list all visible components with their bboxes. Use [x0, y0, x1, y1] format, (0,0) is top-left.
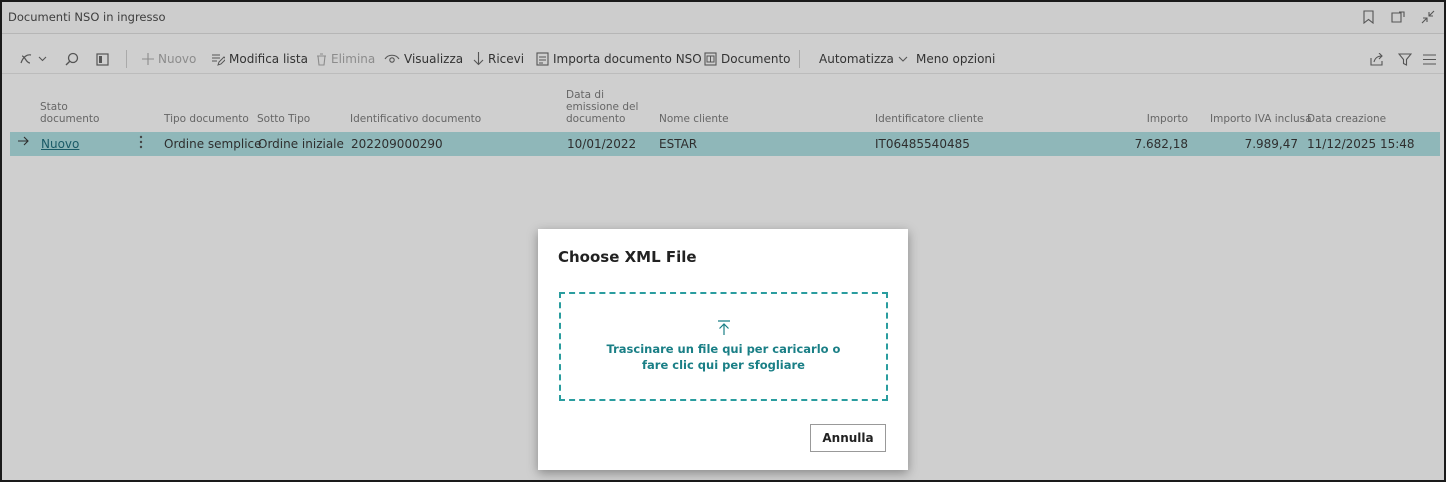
choose-xml-file-dialog: Choose XML File Trascinare un file qui p… [538, 229, 908, 470]
automate-menu-button[interactable]: Automatizza [819, 48, 908, 70]
column-header-nome-cliente[interactable]: Nome cliente [659, 113, 729, 125]
row-data-emissione: 10/01/2022 [567, 137, 637, 151]
column-header-data-creazione[interactable]: Data creazione [1307, 113, 1386, 125]
new-button[interactable]: Nuovo [142, 48, 196, 70]
drop-zone-text-line2: fare clic qui per sfogliare [642, 358, 805, 372]
row-tipo: Ordine semplice [164, 137, 262, 151]
document-icon [704, 52, 717, 66]
drop-zone-text-line1: Trascinare un file qui per caricarlo o [606, 342, 841, 356]
file-drop-zone[interactable]: Trascinare un file qui per caricarlo o f… [559, 292, 888, 401]
collapse-icon[interactable] [1420, 8, 1436, 26]
new-label: Nuovo [158, 52, 197, 66]
edit-list-button[interactable]: Modifica lista [211, 48, 308, 70]
bookmark-icon[interactable] [1360, 8, 1376, 26]
column-header-data-emissione[interactable]: Data di emissione del documento [566, 89, 638, 125]
list-view-button[interactable] [1423, 48, 1436, 70]
action-toolbar: Nuovo Modifica lista Elimina Visualizza … [2, 44, 1444, 74]
window-controls [1360, 8, 1436, 26]
filter-icon [1398, 52, 1412, 66]
open-new-window-icon[interactable] [1390, 8, 1406, 26]
import-document-icon [536, 52, 549, 66]
import-nso-button[interactable]: Importa documento NSO [536, 48, 702, 70]
automate-label: Automatizza [819, 52, 894, 66]
plus-icon [142, 53, 154, 65]
chevron-down-icon [898, 56, 908, 62]
column-header-tipo[interactable]: Tipo documento [164, 113, 249, 125]
trash-icon [317, 52, 326, 66]
column-header-importo-iva[interactable]: Importo IVA inclusa [1210, 113, 1312, 125]
import-nso-label: Importa documento NSO [553, 52, 702, 66]
chevron-down-icon [38, 56, 47, 62]
column-header-importo[interactable]: Importo [1142, 113, 1188, 125]
column-header-sotto-tipo[interactable]: Sotto Tipo [257, 113, 310, 125]
less-options-label: Meno opzioni [916, 52, 996, 66]
share-icon [1370, 52, 1383, 66]
row-sotto-tipo: Ordine iniziale [258, 137, 344, 151]
track-changes-icon [20, 54, 32, 64]
dialog-title: Choose XML File [558, 248, 697, 266]
filter-button[interactable] [1398, 48, 1412, 70]
view-button[interactable]: Visualizza [384, 48, 463, 70]
row-more-icon[interactable] [139, 135, 143, 152]
toolbar-divider [799, 50, 800, 68]
share-button[interactable] [1370, 48, 1384, 70]
search-icon [65, 52, 79, 66]
toolbar-divider [126, 50, 127, 68]
track-changes-button[interactable] [18, 48, 47, 70]
row-importo: 7.682,18 [1134, 137, 1188, 151]
row-importo-iva: 7.989,47 [1244, 137, 1298, 151]
document-label: Documento [721, 52, 791, 66]
list-icon [1423, 53, 1436, 65]
upload-icon [717, 320, 730, 335]
row-stato-link[interactable]: Nuovo [41, 137, 79, 151]
eye-icon [384, 54, 400, 63]
cancel-button[interactable]: Annulla [810, 424, 886, 452]
edit-list-label: Modifica lista [229, 52, 308, 66]
delete-label: Elimina [331, 52, 376, 66]
delete-button[interactable]: Elimina [316, 48, 375, 70]
column-header-identificativo[interactable]: Identificativo documento [350, 113, 481, 125]
layout-button[interactable] [96, 48, 109, 70]
column-header-identificatore-cliente[interactable]: Identificatore cliente [875, 113, 983, 125]
window-titlebar: Documenti NSO in ingresso [2, 2, 1444, 34]
edit-list-icon [212, 53, 225, 66]
less-options-button[interactable]: Meno opzioni [916, 48, 995, 70]
receive-label: Ricevi [488, 52, 525, 66]
row-nome-cliente: ESTAR [659, 137, 698, 151]
row-identificativo: 202209000290 [351, 137, 443, 151]
column-header-stato[interactable]: Stato documento [40, 101, 99, 125]
arrow-down-icon [473, 52, 484, 66]
row-identificatore-cliente: IT06485540485 [875, 137, 970, 151]
document-button[interactable]: Documento [704, 48, 791, 70]
row-data-creazione: 11/12/2025 15:48 [1307, 137, 1415, 151]
layout-icon [96, 52, 109, 66]
page-title: Documenti NSO in ingresso [8, 10, 166, 24]
view-label: Visualizza [404, 52, 464, 66]
row-arrow-icon [18, 135, 30, 149]
receive-button[interactable]: Ricevi [473, 48, 524, 70]
search-button[interactable] [65, 48, 79, 70]
